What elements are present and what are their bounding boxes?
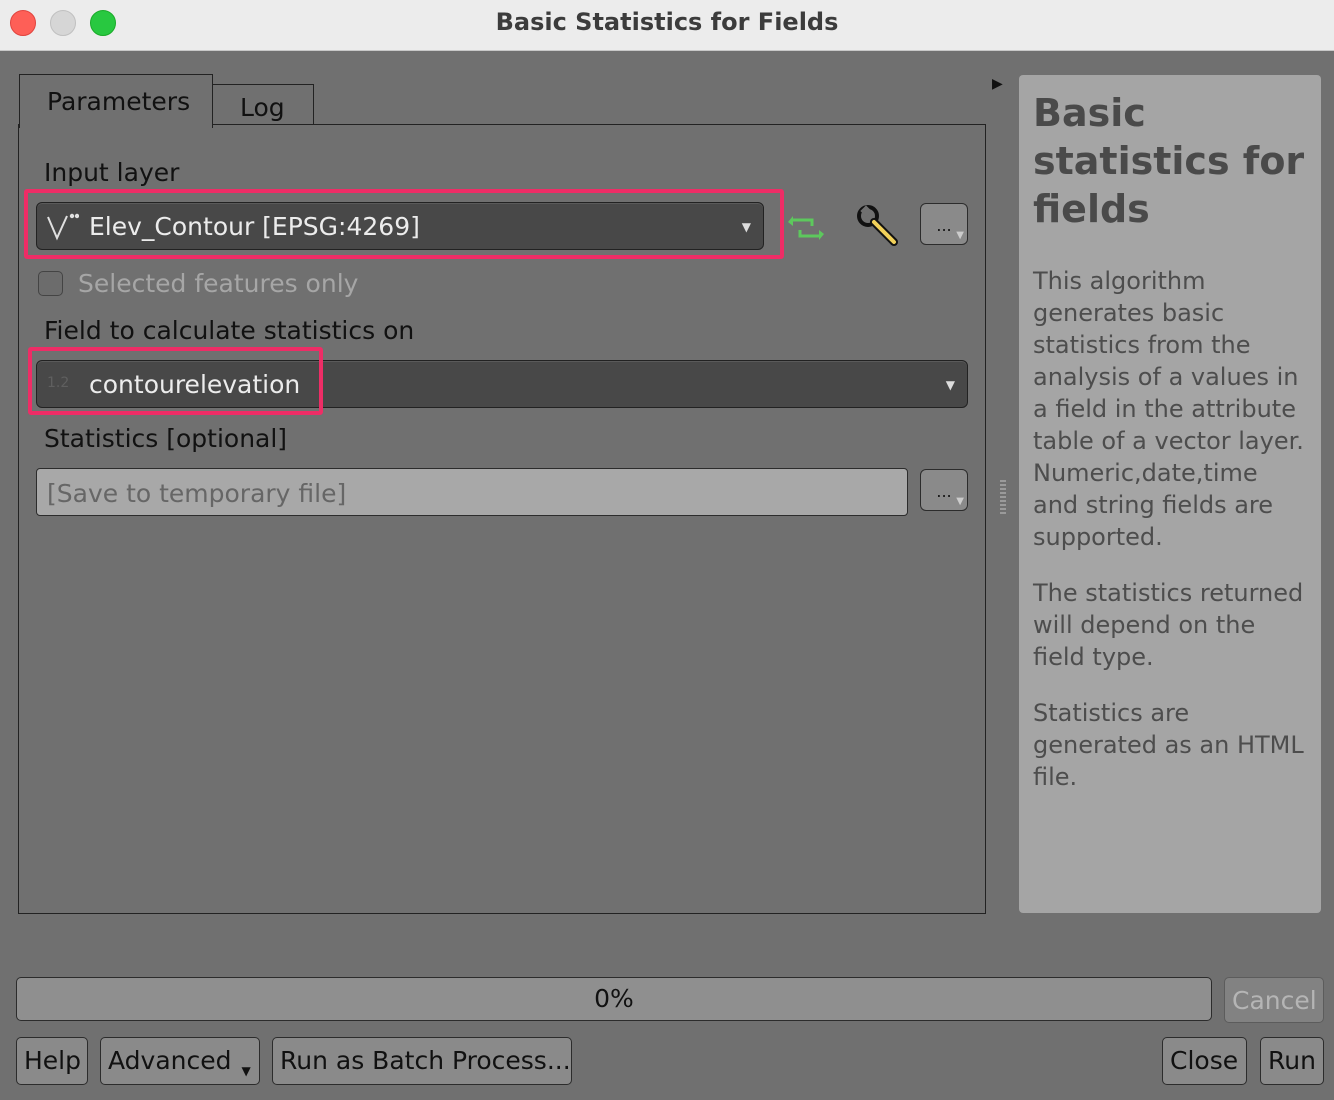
chevron-down-icon: ▼ <box>241 1064 251 1078</box>
selected-features-label: Selected features only <box>78 269 359 298</box>
progress-bar: 0% <box>16 977 1212 1021</box>
refresh-icon[interactable] <box>786 208 826 252</box>
help-paragraph: The statistics returned will depend on t… <box>1033 579 1304 671</box>
statistics-output-field[interactable]: [Save to temporary file] <box>36 468 908 516</box>
help-panel: Basic statistics for fields This algorit… <box>1019 75 1321 913</box>
cancel-button[interactable]: Cancel <box>1224 977 1324 1023</box>
tab-parameters[interactable]: Parameters <box>19 74 213 128</box>
progress-text: 0% <box>594 984 634 1013</box>
statistics-label: Statistics [optional] <box>44 424 288 453</box>
input-layer-label: Input layer <box>44 158 180 187</box>
help-title: Basic statistics for fields <box>1033 91 1305 231</box>
advanced-button[interactable]: Advanced ▼ <box>100 1037 260 1085</box>
window-titlebar: Basic Statistics for Fields <box>0 0 1334 51</box>
input-layer-browse-button[interactable]: ... ▼ <box>920 203 968 245</box>
collapse-arrow-icon[interactable]: ▶ <box>992 76 1003 92</box>
field-value: contourelevation <box>89 370 301 399</box>
run-button[interactable]: Run <box>1260 1037 1324 1085</box>
chevron-down-icon: ▼ <box>956 230 964 241</box>
field-combobox[interactable]: 1.2 contourelevation ▼ <box>36 360 968 408</box>
input-layer-value: Elev_Contour [EPSG:4269] <box>89 212 420 241</box>
wrench-icon[interactable] <box>856 204 902 254</box>
field-label: Field to calculate statistics on <box>44 316 415 345</box>
help-button[interactable]: Help <box>16 1037 88 1085</box>
statistics-browse-button[interactable]: ... ▼ <box>920 469 968 511</box>
vector-line-layer-icon <box>45 212 80 242</box>
browse-label: ... <box>936 216 952 235</box>
run-batch-button[interactable]: Run as Batch Process... <box>272 1037 572 1085</box>
numeric-field-icon: 1.2 <box>47 375 70 391</box>
advanced-label: Advanced <box>108 1046 232 1075</box>
chevron-down-icon: ▼ <box>956 496 964 507</box>
help-paragraph: Statistics are generated as an HTML file… <box>1033 699 1304 791</box>
close-button[interactable]: Close <box>1162 1037 1247 1085</box>
selected-features-checkbox[interactable] <box>38 271 63 296</box>
splitter-handle[interactable] <box>1000 480 1006 514</box>
tab-log[interactable]: Log <box>212 84 314 128</box>
help-paragraph: This algorithm generates basic statistic… <box>1033 267 1304 551</box>
chevron-down-icon: ▼ <box>741 220 751 234</box>
input-layer-combobox[interactable]: Elev_Contour [EPSG:4269] ▼ <box>36 202 764 250</box>
chevron-down-icon: ▼ <box>945 378 955 392</box>
browse-label: ... <box>936 482 952 501</box>
window-title: Basic Statistics for Fields <box>495 8 839 36</box>
